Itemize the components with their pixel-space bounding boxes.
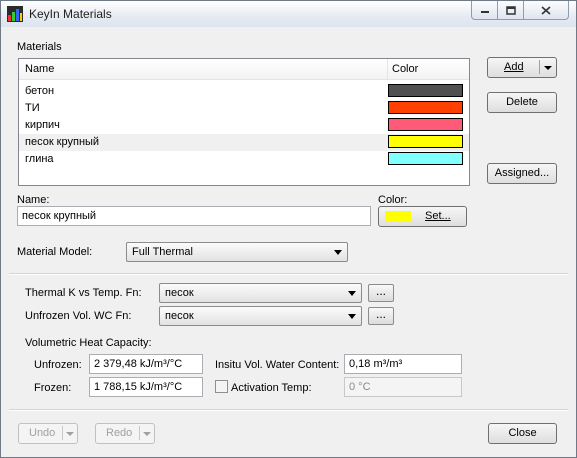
frozen-heat-input[interactable]: 1 788,15 kJ/m³/°C bbox=[89, 377, 203, 397]
undo-label: Undo bbox=[29, 427, 56, 439]
title-bar: KeyIn Materials bbox=[1, 1, 576, 27]
keyin-materials-window: KeyIn Materials Materials Name Color бет… bbox=[0, 0, 577, 458]
assigned-button[interactable]: Assigned... bbox=[487, 163, 557, 184]
color-set-button[interactable]: Set... bbox=[378, 206, 467, 227]
minimize-icon bbox=[481, 11, 489, 13]
unfrozen-label: Unfrozen: bbox=[34, 359, 82, 371]
unfrozen-wc-browse-button[interactable]: ... bbox=[368, 307, 394, 325]
chevron-down-icon bbox=[334, 250, 342, 255]
maximize-icon bbox=[506, 5, 516, 15]
maximize-button[interactable] bbox=[497, 1, 525, 20]
color-swatch bbox=[385, 211, 411, 222]
insitu-input[interactable]: 0,18 m³/m³ bbox=[344, 354, 462, 374]
insitu-label: Insitu Vol. Water Content: bbox=[215, 359, 340, 371]
material-name: песок крупный bbox=[25, 136, 100, 148]
set-label: Set... bbox=[425, 210, 451, 222]
materials-list[interactable]: Name Color бетон ТИ кирпич песок крупный гли… bbox=[18, 58, 470, 186]
window-title: KeyIn Materials bbox=[29, 7, 112, 21]
materials-label: Materials bbox=[17, 41, 62, 53]
redo-label: Redo bbox=[106, 427, 133, 439]
material-name: ТИ bbox=[25, 102, 40, 114]
unfrozen-wc-label: Unfrozen Vol. WC Fn: bbox=[25, 310, 132, 322]
add-label: Add bbox=[504, 61, 524, 73]
thermal-k-label: Thermal K vs Temp. Fn: bbox=[25, 287, 142, 299]
list-header: Name Color bbox=[19, 59, 469, 80]
thermal-k-select[interactable]: песок bbox=[159, 283, 362, 303]
activation-input[interactable]: 0 °C bbox=[344, 377, 462, 397]
material-model-select[interactable]: Full Thermal bbox=[126, 242, 348, 262]
app-icon bbox=[7, 6, 23, 22]
material-color-swatch bbox=[388, 135, 463, 148]
column-name[interactable]: Name bbox=[25, 63, 54, 75]
activation-checkbox[interactable] bbox=[215, 380, 228, 393]
chevron-down-icon bbox=[348, 314, 356, 319]
material-color-swatch bbox=[388, 84, 463, 97]
material-row[interactable]: ТИ bbox=[19, 100, 469, 117]
close-button[interactable]: Close bbox=[488, 423, 557, 444]
material-row[interactable]: кирпич bbox=[19, 117, 469, 134]
chevron-down-icon bbox=[348, 291, 356, 296]
unfrozen-wc-select[interactable]: песок bbox=[159, 306, 362, 326]
material-name: кирпич bbox=[25, 119, 60, 131]
name-label: Name: bbox=[17, 194, 50, 206]
material-color-swatch bbox=[388, 152, 463, 165]
activation-label: Activation Temp: bbox=[231, 382, 312, 394]
divider bbox=[9, 409, 568, 411]
material-name: глина bbox=[25, 153, 54, 165]
chevron-down-icon[interactable] bbox=[66, 432, 74, 436]
column-color[interactable]: Color bbox=[387, 59, 418, 79]
material-color-swatch bbox=[388, 118, 463, 131]
minimize-button[interactable] bbox=[471, 1, 499, 20]
material-row[interactable]: бетон bbox=[19, 83, 469, 100]
delete-button[interactable]: Delete bbox=[487, 92, 557, 113]
material-model-label: Material Model: bbox=[17, 246, 93, 258]
heat-capacity-label: Volumetric Heat Capacity: bbox=[25, 337, 152, 349]
name-input[interactable]: песок крупный bbox=[17, 206, 371, 226]
add-button[interactable]: Add bbox=[487, 57, 557, 78]
undo-split bbox=[62, 426, 63, 440]
chevron-down-icon[interactable] bbox=[143, 432, 151, 436]
frozen-label: Frozen: bbox=[34, 382, 72, 394]
thermal-k-browse-button[interactable]: ... bbox=[368, 284, 394, 302]
thermal-k-value: песок bbox=[165, 287, 194, 299]
material-name: бетон bbox=[25, 85, 55, 97]
undo-button[interactable]: Undo bbox=[18, 423, 78, 444]
close-window-button[interactable] bbox=[523, 1, 569, 20]
redo-split bbox=[139, 426, 140, 440]
material-color-swatch bbox=[388, 101, 463, 114]
chevron-down-icon[interactable] bbox=[544, 66, 552, 70]
unfrozen-wc-value: песок bbox=[165, 310, 194, 322]
redo-button[interactable]: Redo bbox=[95, 423, 155, 444]
color-label: Color: bbox=[378, 194, 408, 206]
divider bbox=[9, 273, 568, 275]
material-row[interactable]: глина bbox=[19, 151, 469, 168]
close-icon bbox=[541, 5, 551, 15]
material-row[interactable]: песок крупный bbox=[19, 134, 469, 151]
add-split bbox=[539, 60, 540, 74]
unfrozen-heat-input[interactable]: 2 379,48 kJ/m³/°C bbox=[89, 354, 203, 374]
material-model-value: Full Thermal bbox=[132, 246, 193, 258]
